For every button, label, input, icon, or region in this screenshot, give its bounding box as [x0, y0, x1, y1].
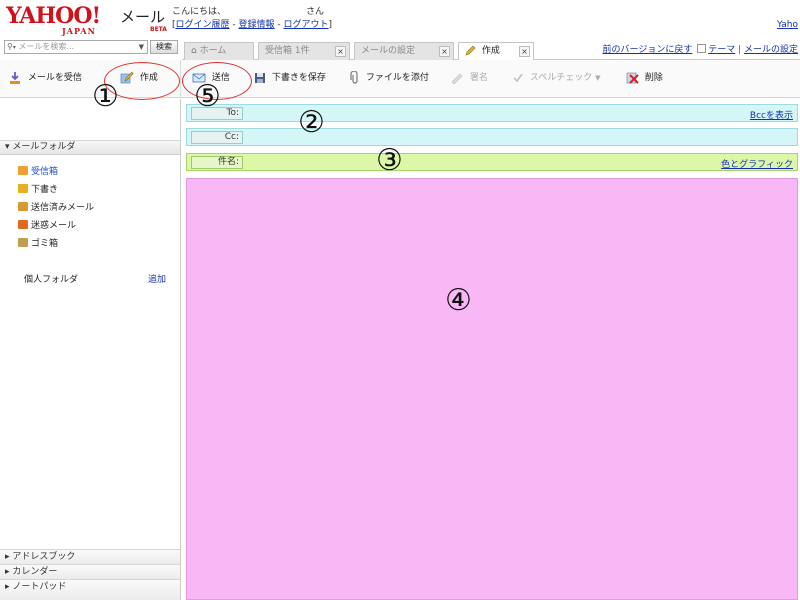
- logo-subtext: JAPAN: [62, 26, 96, 36]
- tab-inbox-close-icon[interactable]: ×: [335, 46, 346, 57]
- signature-pen-icon: [451, 73, 463, 84]
- save-draft-button[interactable]: 下書きを保存: [254, 70, 326, 86]
- greeting-text: こんにちは、: [172, 7, 227, 17]
- expand-triangle-icon: ▸: [5, 582, 10, 592]
- color-graphics-link[interactable]: 色とグラフィック: [721, 157, 793, 170]
- annotation-3: ③: [376, 143, 403, 178]
- sidebar-item-label: 受信箱: [31, 167, 59, 177]
- tab-home-label: ホーム: [199, 46, 227, 56]
- expand-triangle-icon: ▸: [5, 552, 10, 562]
- tab-compose-label: 作成: [481, 46, 500, 56]
- theme-link[interactable]: テーマ: [708, 45, 735, 55]
- search-placeholder: メールを検索...: [18, 42, 75, 51]
- mail-settings-link[interactable]: メールの設定: [744, 45, 798, 55]
- expand-triangle-icon: ▸: [5, 567, 10, 577]
- account-info-link[interactable]: 登録情報: [239, 20, 275, 30]
- sidebar-item-label: 下書き: [31, 185, 59, 195]
- save-draft-label: 下書きを保存: [271, 73, 326, 83]
- spam-icon: [18, 220, 28, 229]
- mail-search-input[interactable]: ⚲▾ メールを検索... ▼: [4, 40, 148, 54]
- logo-text: YAHOO!: [6, 3, 101, 29]
- sent-icon: [18, 202, 28, 211]
- delete-icon: [626, 72, 639, 84]
- annotation-1: ①: [92, 79, 119, 114]
- subject-row: 件名: 色とグラフィック: [186, 153, 798, 171]
- tab-mail-settings-close-icon[interactable]: ×: [439, 46, 450, 57]
- receive-mail-label: メールを受信: [27, 73, 82, 83]
- paperclip-icon: [350, 71, 358, 84]
- search-button[interactable]: 検索: [150, 40, 178, 54]
- mail-folders-header-label: メールフォルダ: [12, 142, 76, 152]
- inbox-icon: [18, 166, 28, 175]
- cc-row: Cc:: [186, 128, 798, 146]
- sidebar-calendar[interactable]: ▸ カレンダー: [0, 564, 180, 579]
- personal-folders-label: 個人フォルダ: [24, 275, 79, 285]
- top-links: 前のバージョンに戻す テーマ | メールの設定: [602, 44, 798, 55]
- sidebar-item-label: ゴミ箱: [31, 239, 59, 249]
- sidebar-border: [180, 99, 181, 600]
- collapse-triangle-icon: ▾: [5, 142, 10, 152]
- spellcheck-dropdown-icon[interactable]: ▼: [595, 74, 600, 82]
- sidebar-bottom-label: カレンダー: [12, 567, 58, 577]
- receive-mail-button[interactable]: メールを受信: [8, 70, 82, 86]
- sidebar-item-drafts[interactable]: 下書き: [18, 182, 58, 195]
- mail-folders-header[interactable]: ▾ メールフォルダ: [0, 141, 180, 155]
- download-icon: [10, 71, 20, 84]
- delete-button[interactable]: 削除: [626, 70, 663, 86]
- tab-inbox[interactable]: 受信箱 1件 ×: [258, 42, 350, 60]
- sidebar-address-book[interactable]: ▸ アドレスブック: [0, 549, 180, 564]
- trash-icon: [18, 238, 28, 247]
- sidebar-bottom-label: ノートパッド: [12, 582, 67, 592]
- sidebar-item-label: 送信済みメール: [31, 203, 95, 213]
- to-row: To: Bccを表示: [186, 104, 798, 122]
- greeting-suffix: さん: [306, 7, 325, 17]
- subject-input[interactable]: [245, 156, 741, 169]
- home-icon: ⌂: [191, 46, 197, 56]
- spellcheck-label: スペルチェック: [529, 73, 593, 83]
- tab-compose-close-icon[interactable]: ×: [519, 46, 530, 57]
- yahoo-japan-logo[interactable]: YAHOO! JAPAN: [6, 4, 118, 38]
- logout-link[interactable]: ログアウト: [284, 20, 329, 30]
- annotation-4: ④: [445, 283, 472, 318]
- cc-label: Cc:: [191, 131, 243, 144]
- tab-mail-settings[interactable]: メールの設定 ×: [354, 42, 454, 60]
- sidebar-item-label: 迷惑メール: [31, 221, 77, 231]
- message-body-editor[interactable]: [186, 178, 798, 600]
- sidebar-item-trash[interactable]: ゴミ箱: [18, 236, 58, 249]
- signature-label: 署名: [469, 73, 488, 83]
- theme-checkbox[interactable]: [697, 44, 707, 53]
- search-dropdown-icon[interactable]: ▼: [139, 41, 144, 53]
- annotation-2: ②: [298, 105, 325, 140]
- tab-mail-settings-label: メールの設定: [361, 46, 416, 56]
- tab-inbox-label: 受信箱 1件: [265, 46, 310, 56]
- show-bcc-link[interactable]: Bccを表示: [750, 108, 793, 121]
- tab-home[interactable]: ⌂ ホーム: [184, 42, 254, 60]
- login-history-link[interactable]: ログイン履歴: [176, 20, 230, 30]
- beta-badge: BETA: [150, 26, 167, 33]
- app-name: メール: [120, 8, 166, 26]
- pencil-icon: [465, 45, 476, 56]
- signature-button[interactable]: 署名: [450, 70, 488, 86]
- floppy-disk-icon: [255, 72, 265, 83]
- spellcheck-button[interactable]: スペルチェック ▼: [512, 70, 601, 86]
- drafts-icon: [18, 184, 28, 193]
- sidebar-notepad[interactable]: ▸ ノートパッド: [0, 579, 180, 600]
- spellcheck-icon: [513, 73, 523, 82]
- attach-file-button[interactable]: ファイルを添付: [350, 70, 429, 86]
- sidebar-item-spam[interactable]: 迷惑メール: [18, 218, 76, 231]
- subject-label: 件名:: [191, 156, 243, 169]
- sidebar-bottom-label: アドレスブック: [12, 552, 76, 562]
- yahoo-top-link[interactable]: Yaho: [777, 20, 798, 30]
- delete-label: 削除: [644, 73, 663, 83]
- account-links: [ログイン履歴 - 登録情報 - ログアウト]: [172, 20, 333, 30]
- toolbar-divider: [180, 60, 181, 98]
- sidebar-item-sent[interactable]: 送信済みメール: [18, 200, 94, 213]
- prev-version-link[interactable]: 前のバージョンに戻す: [603, 45, 693, 55]
- add-folder-link[interactable]: 追加: [148, 272, 166, 285]
- annotation-5: ⑤: [194, 79, 221, 114]
- attach-file-label: ファイルを添付: [365, 73, 429, 83]
- tab-compose[interactable]: 作成 ×: [458, 42, 534, 61]
- sidebar-item-inbox[interactable]: 受信箱: [18, 164, 58, 177]
- sidebar-top-area: [0, 99, 180, 141]
